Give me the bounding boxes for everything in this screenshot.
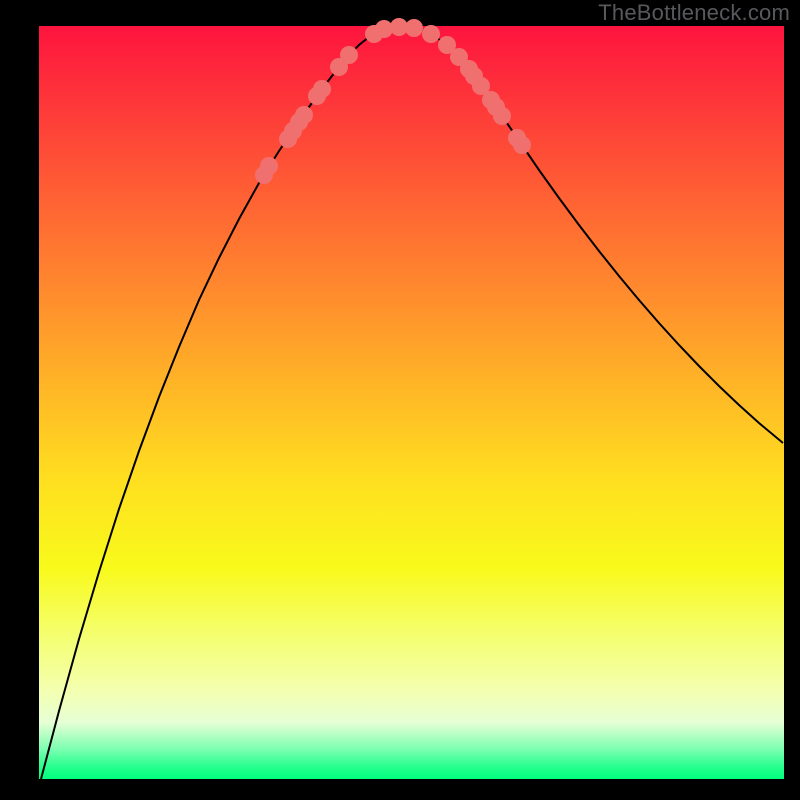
watermark-text: TheBottleneck.com <box>598 0 790 26</box>
marker-point <box>493 107 511 125</box>
marker-point <box>313 80 331 98</box>
marker-point <box>260 157 278 175</box>
markers-group <box>255 18 531 184</box>
marker-point <box>405 19 423 37</box>
chart-frame: TheBottleneck.com <box>0 0 800 800</box>
marker-point <box>422 25 440 43</box>
curve-svg <box>39 26 784 779</box>
marker-point <box>513 136 531 154</box>
bottleneck-curve <box>41 27 783 779</box>
marker-point <box>295 106 313 124</box>
marker-point <box>340 46 358 64</box>
plot-area <box>39 26 784 779</box>
